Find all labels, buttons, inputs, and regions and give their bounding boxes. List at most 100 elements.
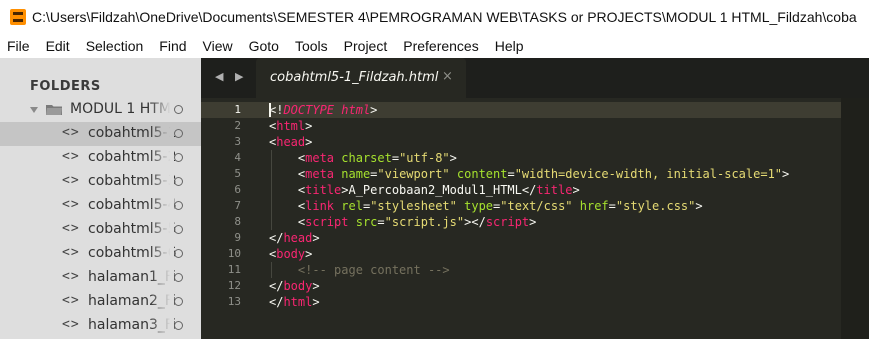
code-line: <script src="script.js"></script>: [269, 214, 537, 230]
menu-edit[interactable]: Edit: [38, 34, 78, 58]
menu-file[interactable]: File: [0, 34, 38, 58]
code-token: >: [305, 135, 313, 149]
sidebar-file-item[interactable]: <> halaman3_Fi: [0, 314, 201, 338]
chevron-down-icon[interactable]: [30, 107, 38, 113]
menu-view[interactable]: View: [195, 34, 241, 58]
code-token: head: [283, 231, 313, 245]
code-token: rel: [341, 199, 363, 213]
code-token: "viewport": [377, 167, 450, 181]
sidebar-file-item[interactable]: <> cobahtml5-3: [0, 170, 201, 194]
code-token: </: [269, 295, 284, 309]
line-number: 6: [234, 183, 241, 196]
code-token: meta: [305, 167, 335, 181]
sidebar-file-item[interactable]: <> halaman2_Fi: [0, 290, 201, 314]
code-token: body: [276, 247, 306, 261]
close-circle-icon[interactable]: [174, 225, 183, 234]
code-token: meta: [305, 151, 335, 165]
close-circle-icon[interactable]: [174, 273, 183, 282]
menu-goto[interactable]: Goto: [241, 34, 287, 58]
code-token: >: [305, 247, 313, 261]
sidebar-file-item[interactable]: <> halaman1_Fi: [0, 266, 201, 290]
text-cursor: [269, 103, 271, 117]
code-token: <: [269, 199, 306, 213]
close-circle-icon[interactable]: [174, 105, 183, 114]
code-file-icon: <>: [62, 149, 80, 164]
code-token: body: [283, 279, 313, 293]
line-number: 7: [234, 199, 241, 212]
tab-nav-arrows-icon[interactable]: ◀ ▶: [215, 70, 247, 83]
line-number: 4: [234, 151, 241, 164]
folder-row-modul1[interactable]: MODUL 1 HTM: [0, 98, 201, 122]
code-token: >: [572, 183, 580, 197]
code-line: <body>: [269, 246, 312, 262]
menu-help[interactable]: Help: [487, 34, 532, 58]
tab-bar: ◀ ▶ cobahtml5-1_Fildzah.html ×: [201, 58, 869, 98]
close-circle-icon[interactable]: [174, 249, 183, 258]
code-line: <meta name="viewport" content="width=dev…: [269, 166, 789, 182]
editor-pane: ◀ ▶ cobahtml5-1_Fildzah.html × 123456789…: [201, 58, 869, 339]
code-line: <link rel="stylesheet" type="text/css" h…: [269, 198, 703, 214]
code-token: script: [305, 215, 349, 229]
code-token: >: [312, 231, 320, 245]
menu-find[interactable]: Find: [151, 34, 194, 58]
code-token: <: [269, 167, 306, 181]
close-circle-icon[interactable]: [174, 321, 183, 330]
menu-selection[interactable]: Selection: [78, 34, 152, 58]
code-token: >: [529, 215, 537, 229]
code-token: ></: [464, 215, 486, 229]
code-token: >: [305, 119, 313, 133]
code-token: "utf-8": [399, 151, 450, 165]
line-number-gutter: 1 2 3 4 5 6 7 8 9 10 11 12 13: [201, 98, 259, 339]
close-circle-icon[interactable]: [174, 153, 183, 162]
code-token: "style.css": [615, 199, 696, 213]
code-line: <meta charset="utf-8">: [269, 150, 457, 166]
code-file-icon: <>: [62, 245, 80, 260]
line-number: 10: [227, 247, 241, 260]
code-token: title: [536, 183, 573, 197]
code-line: <title>A_Percobaan2_Modul1_HTML</title>: [269, 182, 580, 198]
menu-tools[interactable]: Tools: [287, 34, 336, 58]
code-token: html: [276, 119, 306, 133]
code-token: content: [456, 167, 508, 181]
sidebar-file-item[interactable]: <> cobahtml5-5: [0, 218, 201, 242]
line-number: 8: [234, 215, 241, 228]
code-token: </: [269, 231, 284, 245]
code-token: src: [355, 215, 378, 229]
code-token: link: [305, 199, 335, 213]
close-icon[interactable]: ×: [442, 69, 453, 84]
code-token: "stylesheet": [370, 199, 457, 213]
close-circle-icon[interactable]: [174, 177, 183, 186]
code-token: </: [521, 183, 537, 197]
minimap-panel[interactable]: [841, 98, 869, 339]
title-bar: C:\Users\Fildzah\OneDrive\Documents\SEME…: [0, 0, 869, 34]
code-token: >: [782, 167, 790, 181]
code-line: <!-- page content -->: [269, 262, 450, 278]
code-token: head: [276, 135, 306, 149]
sidebar-file-item[interactable]: <> cobahtml5-4: [0, 194, 201, 218]
close-circle-icon[interactable]: [174, 297, 183, 306]
window-title: C:\Users\Fildzah\OneDrive\Documents\SEME…: [32, 9, 857, 25]
menu-preferences[interactable]: Preferences: [395, 34, 486, 58]
code-line: <!DOCTYPE html>: [269, 102, 377, 118]
code-token: =: [377, 215, 385, 229]
line-number: 1: [234, 103, 241, 116]
tab-active-file[interactable]: cobahtml5-1_Fildzah.html ×: [256, 58, 466, 98]
folders-heading: FOLDERS: [30, 79, 101, 94]
code-token: html: [341, 103, 371, 117]
menu-project[interactable]: Project: [336, 34, 396, 58]
code-token: DOCTYPE: [283, 103, 335, 117]
code-token: </: [269, 279, 284, 293]
code-file-icon: <>: [62, 221, 80, 236]
code-token: >: [370, 103, 378, 117]
sidebar-file-item[interactable]: <> cobahtml5-2: [0, 146, 201, 170]
sidebar-file-item[interactable]: <> cobahtml5-1: [0, 122, 201, 146]
line-number: 3: [234, 135, 241, 148]
close-circle-icon[interactable]: [174, 201, 183, 210]
code-line: <head>: [269, 134, 312, 150]
code-token: >: [695, 199, 703, 213]
sidebar-file-item[interactable]: <> cobahtml5-6: [0, 242, 201, 266]
close-circle-icon[interactable]: [174, 129, 183, 138]
